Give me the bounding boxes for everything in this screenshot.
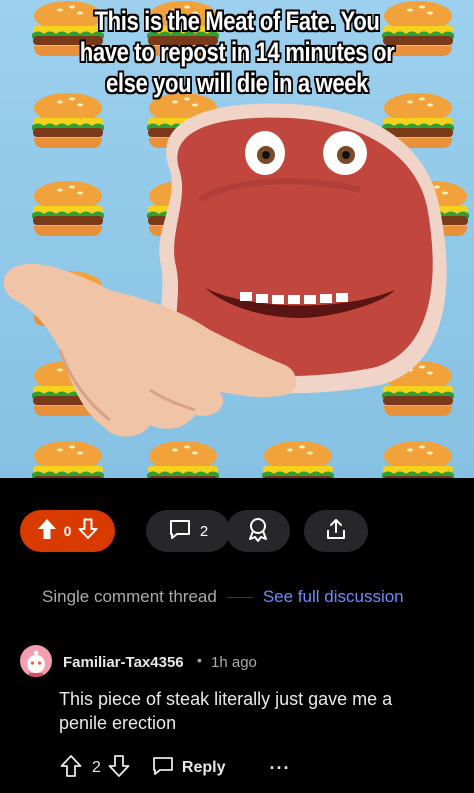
avatar[interactable] [20,645,52,677]
comment-body: This piece of steak literally just gave … [59,689,393,733]
share-icon [324,517,348,546]
comment-author[interactable]: Familiar-Tax4356 [63,654,184,671]
award-icon [245,516,271,547]
post-vote-count: 0 [63,523,72,539]
vote-button-group: 0 [20,510,115,552]
caption-line: This is the Meat of Fate. You [94,6,380,36]
comment-vote-count: 2 [92,759,101,776]
reply-button[interactable]: Reply [152,755,226,782]
comments-button[interactable]: 2 [146,510,230,552]
thread-navigation: Single comment thread See full discussio… [42,587,434,607]
comment-timestamp: 1h ago [211,654,257,671]
comment-count: 2 [199,522,209,540]
more-icon[interactable]: ··· [269,758,290,779]
meta-separator: • [197,652,202,668]
upvote-icon[interactable] [37,518,57,545]
share-button[interactable] [304,510,368,552]
downvote-icon[interactable] [108,754,130,783]
caption-line: have to repost in 14 minutes or [79,37,395,67]
post-image[interactable]: This is the Meat of Fate. You have to re… [0,0,474,478]
comment-icon [168,517,192,546]
single-comment-thread-label: Single comment thread [42,587,217,606]
reply-icon [152,755,174,782]
divider [226,596,253,598]
see-full-discussion-link[interactable]: See full discussion [263,587,404,607]
downvote-icon[interactable] [78,518,98,545]
meme-caption: This is the Meat of Fate. You have to re… [0,6,474,99]
comment-action-bar: 2 Reply ··· [60,753,290,783]
reply-label: Reply [181,759,226,776]
comment-vote-group: 2 [60,754,130,783]
caption-line: else you will die in a week [105,68,369,98]
upvote-icon[interactable] [60,754,82,783]
award-button[interactable] [226,510,290,552]
